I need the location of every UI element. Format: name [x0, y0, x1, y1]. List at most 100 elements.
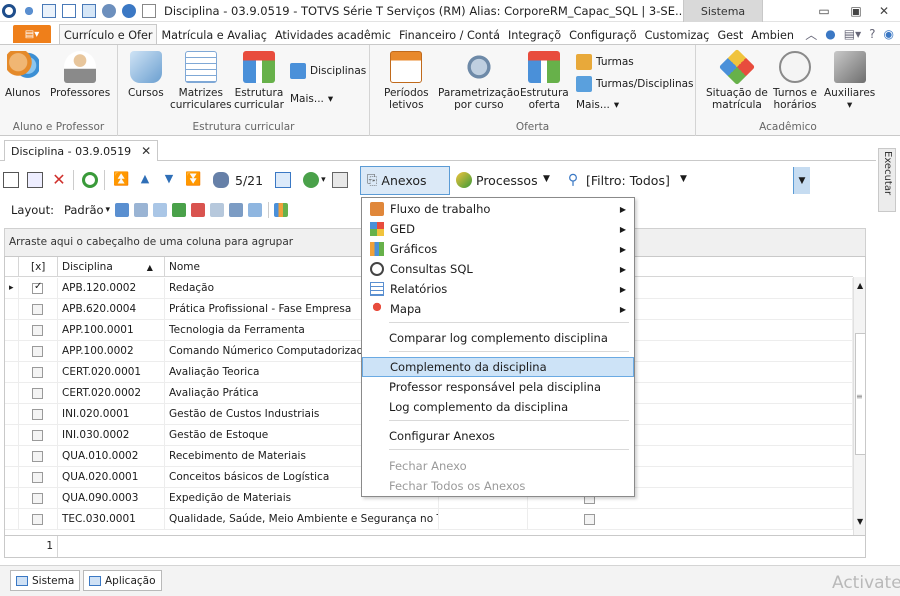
menu-professor-responsavel[interactable]: Professor responsável pela disciplina [362, 377, 634, 397]
tab-configuracao[interactable]: Configuraçõ [565, 25, 640, 45]
parametrizacao-button[interactable]: Parametrização por curso [438, 51, 520, 111]
gear-icon[interactable] [22, 3, 36, 18]
menu-graficos[interactable]: Gráficos ▶ [362, 239, 634, 259]
users-icon[interactable] [102, 3, 116, 18]
table-row[interactable]: TEC.030.0001 Qualidade, Saúde, Meio Ambie… [5, 509, 853, 530]
row-checkbox[interactable] [32, 324, 43, 336]
tab-integracao[interactable]: Integraçõ [504, 25, 565, 45]
save-layout-icon[interactable] [115, 203, 130, 217]
minimize-icon[interactable]: ▭ [812, 0, 836, 22]
professores-button[interactable]: Professores [50, 51, 110, 99]
grid-icon[interactable] [210, 203, 225, 217]
menu-relatorios[interactable]: Relatórios ▶ [362, 279, 634, 299]
chevron-down-icon[interactable]: ▾ [106, 205, 111, 215]
row-checkbox[interactable] [32, 408, 43, 420]
tab-matricula[interactable]: Matrícula e Avaliaç [157, 25, 271, 45]
menu-complemento-disciplina[interactable]: Complemento da disciplina [362, 357, 634, 377]
export-icon[interactable] [172, 203, 187, 217]
binoculars-icon[interactable] [213, 172, 229, 188]
globe-icon[interactable] [122, 3, 136, 18]
tab-gestao[interactable]: Gest [713, 25, 747, 45]
menu-configurar-anexos[interactable]: Configurar Anexos [362, 426, 634, 446]
chevron-down-icon[interactable]: ▼ [543, 174, 550, 184]
columns-icon[interactable] [153, 203, 168, 217]
vertical-scrollbar[interactable]: ▲ ≡ ▼ [853, 277, 865, 535]
turnos-button[interactable]: Turnos e horários [773, 51, 817, 111]
estrutura-curricular-button[interactable]: Estrutura curricular [234, 51, 284, 111]
chart-icon[interactable] [274, 203, 289, 217]
window-icon[interactable] [42, 3, 56, 18]
last-record-icon[interactable]: ⏬ [185, 172, 201, 188]
row-checkbox[interactable] [32, 471, 43, 483]
row-checkbox[interactable] [32, 450, 43, 462]
tab-ambiente[interactable]: Ambien [747, 25, 798, 45]
situacao-button[interactable]: Situação de matrícula [706, 48, 768, 111]
app-logo-icon[interactable] [2, 3, 16, 18]
mais-oferta-button[interactable]: Mais... ▾ [576, 99, 619, 111]
header-check[interactable]: [x] [19, 257, 58, 277]
previous-record-icon[interactable]: ▲ [137, 172, 153, 188]
globe-icon[interactable]: ● [825, 27, 835, 41]
menu-log-complemento[interactable]: Log complemento da disciplina [362, 397, 634, 417]
row-checkbox[interactable] [32, 513, 43, 525]
row-checkbox[interactable] [32, 429, 43, 441]
header-disciplina[interactable]: Disciplina ▲ [58, 257, 165, 277]
chevron-down-icon[interactable]: ▾ [321, 175, 326, 185]
processes-icon[interactable] [456, 172, 472, 188]
disciplinas-button[interactable]: Disciplinas [290, 63, 366, 79]
menu-mapa[interactable]: Mapa ▶ [362, 299, 634, 319]
next-record-icon[interactable]: ▼ [161, 172, 177, 188]
turmas-disciplinas-button[interactable]: Turmas/Disciplinas [576, 76, 694, 92]
chevron-down-icon[interactable]: ▼ [680, 174, 687, 184]
export-icon[interactable] [82, 3, 96, 18]
help-icon[interactable]: ? [869, 27, 875, 41]
layout-icon[interactable]: ▤▾ [844, 27, 861, 41]
file-menu-button[interactable]: ▤▾ [13, 25, 51, 43]
document-icon[interactable] [142, 3, 156, 18]
estrutura-oferta-button[interactable]: Estrutura oferta [520, 51, 569, 111]
matrizes-button[interactable]: Matrizes curriculares [170, 51, 232, 111]
import-icon[interactable] [191, 203, 206, 217]
tab-customizacao[interactable]: Customizaç [641, 25, 714, 45]
report-icon[interactable] [248, 203, 263, 217]
new-icon[interactable] [3, 172, 19, 188]
row-flag-checkbox[interactable] [584, 513, 595, 525]
layout-icon[interactable] [134, 203, 149, 217]
first-record-icon[interactable]: ⏫ [113, 172, 129, 188]
tab-financeiro[interactable]: Financeiro / Contá [395, 25, 504, 45]
anexos-dropdown-toggle[interactable]: ▼ [793, 167, 810, 194]
row-checkbox[interactable] [32, 303, 43, 315]
alunos-button[interactable]: Alunos [5, 51, 40, 99]
print-icon[interactable] [331, 172, 348, 188]
close-icon[interactable]: ✕ [141, 144, 151, 158]
delete-icon[interactable]: ✕ [51, 172, 67, 188]
cursos-button[interactable]: Cursos [128, 51, 164, 99]
anexos-button[interactable]: ⎘ Anexos ▼ [360, 166, 810, 195]
table-icon[interactable] [229, 203, 244, 217]
row-checkbox[interactable] [32, 387, 43, 399]
close-icon[interactable]: ✕ [872, 0, 896, 22]
tab-curriculo[interactable]: Currículo e Ofer [59, 24, 158, 45]
menu-ged[interactable]: GED ▶ [362, 219, 634, 239]
periodos-button[interactable]: Períodos letivos [384, 51, 429, 111]
grid-view-icon[interactable] [275, 172, 292, 188]
scroll-down-icon[interactable]: ▼ [857, 517, 863, 526]
tab-sistema[interactable]: Sistema [10, 570, 81, 591]
row-checkbox[interactable] [32, 492, 43, 504]
filter-icon[interactable]: ⚲ [565, 172, 581, 188]
menu-fluxo-trabalho[interactable]: Fluxo de trabalho ▶ [362, 199, 634, 219]
panel-icon[interactable] [62, 3, 76, 18]
layout-select[interactable]: Padrão [64, 203, 104, 217]
edit-icon[interactable] [27, 172, 43, 188]
row-checkbox[interactable] [32, 366, 43, 378]
refresh-icon[interactable] [82, 172, 98, 188]
tab-atividades[interactable]: Atividades acadêmic [271, 25, 395, 45]
system-button[interactable]: Sistema [683, 0, 763, 22]
mais-estrutura-button[interactable]: Mais... ▾ [290, 93, 333, 105]
auxiliares-button[interactable]: Auxiliares ▾ [824, 51, 875, 111]
tab-aplicacao[interactable]: Aplicação [83, 570, 162, 591]
row-checkbox[interactable] [32, 345, 43, 357]
info-icon[interactable]: ◉ [884, 27, 894, 41]
menu-comparar-log[interactable]: Comparar log complemento disciplina [362, 328, 634, 348]
navigate-icon[interactable] [303, 172, 320, 188]
